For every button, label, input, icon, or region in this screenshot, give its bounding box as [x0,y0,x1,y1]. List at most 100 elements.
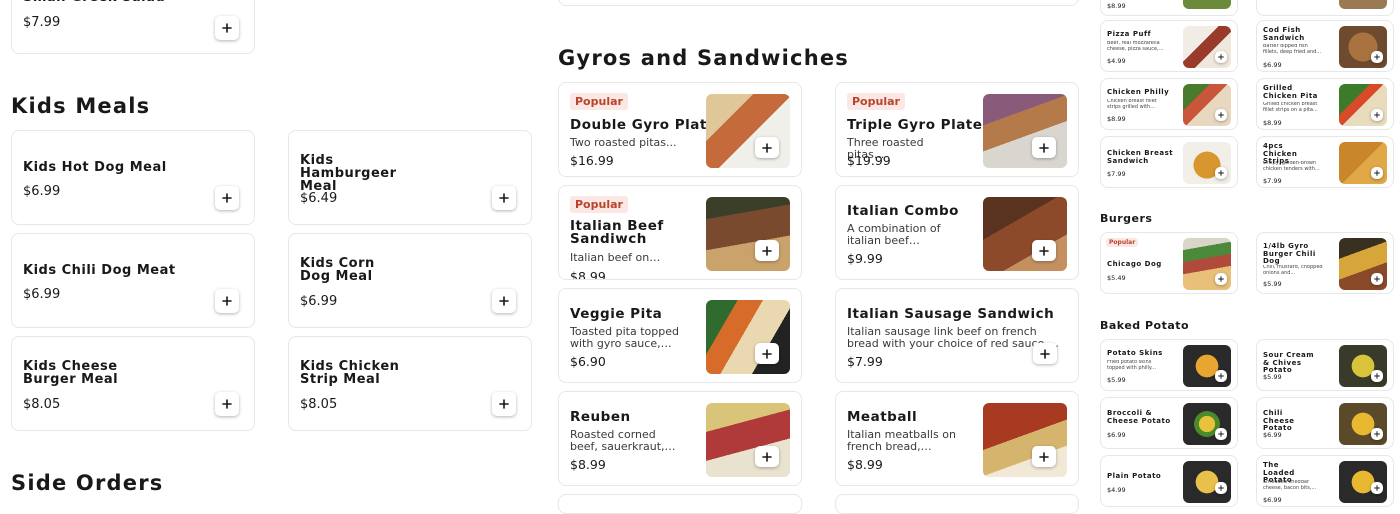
add-button[interactable] [1215,482,1227,494]
add-button[interactable] [215,16,239,40]
menu-item-card[interactable]: Sour Cream & Chives Potato $5.99 [1256,339,1394,391]
menu-item-card[interactable]: Kids Chicken Strip Meal $8.05 [288,336,532,431]
menu-item-card[interactable]: Popular Chicago Dog $5.49 [1100,232,1238,294]
menu-item-card[interactable]: 4pcs Chicken Strips Crispy, golden-brown… [1256,136,1394,188]
menu-item-card[interactable]: Kids Chili Dog Meat $6.99 [11,233,255,328]
menu-item-card[interactable]: Kids Corn Dog Meal $6.99 [288,233,532,328]
item-description: Roasted corned beef, sauerkraut, swiss o… [570,429,665,452]
add-button[interactable] [755,137,779,158]
item-name: Sour Cream & Chives Potato [1263,351,1315,374]
menu-item-card[interactable]: The Loaded Potato Shredded cheddar chees… [1256,455,1394,507]
item-photo [706,300,790,374]
add-button[interactable] [1371,273,1383,285]
item-name: Kids Hamburgeer Meal [300,153,397,194]
plus-icon [1374,431,1380,437]
item-price: $6.99 [1263,496,1282,504]
menu-item-card[interactable]: Popular Triple Gyro Plate Three roasted … [835,82,1079,177]
add-button[interactable] [215,392,239,416]
menu-item-card[interactable]: Cod Fish Sandwich Batter dipped fish fil… [1256,20,1394,72]
add-button[interactable] [755,446,779,467]
menu-item-card[interactable]: Small Greek Salad $7.99 [11,0,255,54]
item-price: $8.99 [570,269,606,280]
item-price: $8.99 [570,457,606,472]
menu-item-card[interactable] [835,494,1079,514]
item-photo [983,403,1067,477]
add-button[interactable] [1371,109,1383,121]
add-button[interactable] [492,289,516,313]
add-button[interactable] [1371,167,1383,179]
menu-item-card[interactable]: Chicken Philly Chicken breast fillet str… [1100,78,1238,130]
add-button[interactable] [1215,370,1227,382]
plus-icon [762,349,772,359]
add-button[interactable] [755,343,779,364]
item-description: Toasted pita topped with gyro sauce, fet… [570,326,679,349]
plus-icon [1218,54,1224,60]
item-photo [706,197,790,271]
add-button[interactable] [1371,482,1383,494]
item-price: $6.99 [23,184,61,199]
item-price: $8.99 [1263,119,1282,127]
item-name: Broccoli & Cheese Potato [1107,409,1171,425]
add-button[interactable] [1215,428,1227,440]
plus-icon [1218,112,1224,118]
menu-item-card[interactable]: Italian Combo A combination of italian b… [835,185,1079,280]
item-name: Kids Hot Dog Meal [23,160,167,175]
item-description: Italian beef on french... [570,252,650,264]
add-button[interactable] [215,289,239,313]
add-button[interactable] [755,240,779,261]
plus-icon [222,193,232,203]
menu-item-card[interactable]: Italian Sausage Sandwich Italian sausage… [835,288,1079,383]
menu-item-card[interactable]: Plain Potato $4.99 [1100,455,1238,507]
add-button[interactable] [1032,137,1056,158]
item-name: Chicago Dog [1107,260,1162,268]
add-button[interactable] [1033,343,1057,364]
add-button[interactable] [1371,51,1383,63]
add-button[interactable] [1371,370,1383,382]
menu-item-card[interactable]: Kids Cheese Burger Meal $8.05 [11,336,255,431]
plus-icon [1039,143,1049,153]
item-price: $9.99 [847,251,883,266]
menu-item-card[interactable]: Pizza Puff Beef, real mozzarella cheese,… [1100,20,1238,72]
menu-item-card[interactable]: Popular Italian Beef Sandiwch Italian be… [558,185,802,280]
add-button[interactable] [1215,167,1227,179]
item-price: $6.99 [1263,431,1282,439]
menu-item-card[interactable]: 1/4lb Gyro Burger Chili Dog Chili, musta… [1256,232,1394,294]
menu-item-card[interactable]: Reuben Roasted corned beef, sauerkraut, … [558,391,802,486]
add-button[interactable] [1032,240,1056,261]
item-name: Italian Sausage Sandwich [847,306,1055,322]
add-button[interactable] [492,392,516,416]
add-button[interactable] [1371,428,1383,440]
item-price: $6.99 [300,294,338,309]
item-photo [1183,0,1231,9]
plus-icon [1040,349,1050,359]
plus-icon [222,399,232,409]
plus-icon [762,143,772,153]
item-description: Fried potato skins topped with philly... [1107,360,1156,371]
item-price: $6.99 [23,287,61,302]
menu-item-card[interactable]: Broccoli & Cheese Potato $6.99 [1100,397,1238,449]
menu-item-card[interactable]: Veggie Pita Toasted pita topped with gyr… [558,288,802,383]
menu-item-card[interactable]: Kids Hamburgeer Meal $6.49 [288,130,532,225]
menu-item-card[interactable]: Chicken Breast Sandwich $7.99 [1100,136,1238,188]
menu-item-card[interactable]: Chili Cheese Potato $6.99 [1256,397,1394,449]
add-button[interactable] [1032,446,1056,467]
menu-item-card[interactable] [1256,0,1394,16]
menu-item-card[interactable]: Kids Hot Dog Meal $6.99 [11,130,255,225]
menu-item-card[interactable]: Grilled Chicken Pita Grilled chicken bre… [1256,78,1394,130]
menu-item-card[interactable]: Popular Double Gyro Plate Two roasted pi… [558,82,802,177]
add-button[interactable] [1215,273,1227,285]
item-description: A combination of italian beef and... [847,223,941,246]
plus-icon [1218,373,1224,379]
menu-item-card[interactable]: Meatball Italian meatballs on french bre… [835,391,1079,486]
menu-item-card[interactable] [558,494,802,514]
menu-item-card[interactable]: Potato Skins Fried potato skins topped w… [1100,339,1238,391]
add-button[interactable] [1215,51,1227,63]
menu-item-card[interactable]: $8.99 [1100,0,1238,16]
add-button[interactable] [1215,109,1227,121]
item-price: $6.99 [1107,431,1126,439]
plus-icon [1218,276,1224,282]
item-price: $8.05 [300,397,338,412]
add-button[interactable] [492,186,516,210]
menu-item-card[interactable] [558,0,1079,6]
add-button[interactable] [215,186,239,210]
